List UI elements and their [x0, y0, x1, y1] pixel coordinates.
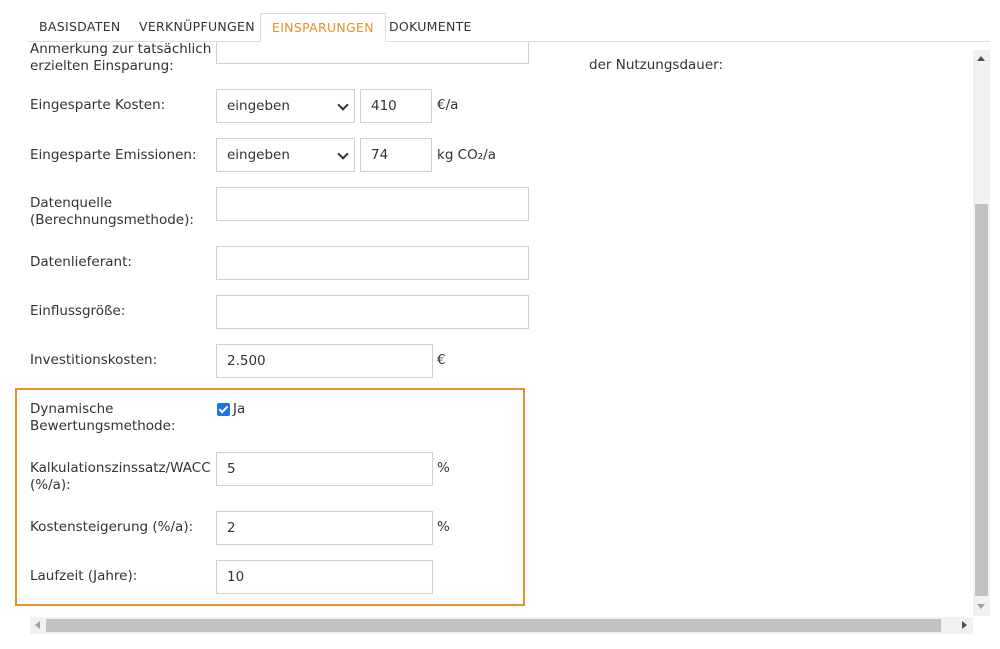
datenlieferant-input[interactable] — [216, 246, 529, 280]
chevron-down-icon — [337, 148, 349, 160]
partial-label-line2: erzielten Einsparung: — [30, 58, 174, 74]
dynamische-bewertung-label-line1: Dynamische — [30, 401, 114, 417]
kostensteigerung-label: Kostensteigerung (%/a): — [30, 519, 194, 535]
eingesparte-kosten-input[interactable] — [360, 89, 432, 123]
datenquelle-label-line1: Datenquelle — [30, 195, 113, 211]
kostensteigerung-input[interactable] — [216, 511, 433, 545]
nutzungsdauer-label: der Nutzungsdauer: — [589, 57, 724, 73]
eingesparte-kosten-mode-value: eingeben — [227, 98, 290, 114]
kalkulationszinssatz-label-line1: Kalkulationszinssatz/WACC — [30, 460, 211, 476]
eingesparte-emissionen-unit: kg CO₂/a — [437, 147, 496, 163]
datenquelle-input[interactable] — [216, 187, 529, 221]
eingesparte-emissionen-mode-value: eingeben — [227, 147, 290, 163]
partial-label-line1: Anmerkung zur tatsächlich — [30, 42, 212, 57]
scroll-right-arrow-icon[interactable] — [962, 621, 967, 629]
dynamische-bewertung-label-line2: Bewertungsmethode: — [30, 418, 176, 434]
tab-basisdaten[interactable]: BASISDATEN — [28, 13, 132, 41]
horizontal-scrollbar-thumb[interactable] — [46, 619, 941, 632]
chevron-down-icon — [337, 99, 349, 111]
investitionskosten-unit: € — [437, 352, 446, 368]
tab-bar: BASISDATEN VERKNÜPFUNGEN EINSPARUNGEN DO… — [28, 13, 990, 42]
investitionskosten-input[interactable] — [216, 344, 433, 378]
vertical-scrollbar-thumb[interactable] — [975, 204, 988, 596]
eingesparte-kosten-unit: €/a — [437, 97, 459, 113]
laufzeit-label: Laufzeit (Jahre): — [30, 568, 138, 584]
anmerkung-input[interactable] — [216, 42, 529, 64]
einflussgroesse-input[interactable] — [216, 295, 529, 329]
form-scroll-area: Anmerkung zur tatsächlich erzielten Eins… — [0, 42, 972, 616]
eingesparte-kosten-mode-select[interactable]: eingeben — [216, 89, 355, 123]
dynamische-bewertung-checkbox[interactable] — [217, 403, 230, 416]
einflussgroesse-label: Einflussgröße: — [30, 303, 126, 319]
eingesparte-emissionen-mode-select[interactable]: eingeben — [216, 138, 355, 172]
kalkulationszinssatz-unit: % — [437, 460, 450, 476]
eingesparte-emissionen-input[interactable] — [360, 138, 432, 172]
scroll-down-arrow-icon[interactable] — [977, 604, 985, 609]
datenlieferant-label: Datenlieferant: — [30, 254, 132, 270]
tab-einsparungen[interactable]: EINSPARUNGEN — [260, 13, 386, 42]
datenquelle-label-line2: (Berechnungsmethode): — [30, 212, 194, 228]
kostensteigerung-unit: % — [437, 519, 450, 535]
investitionskosten-label: Investitionskosten: — [30, 352, 158, 368]
dynamische-bewertung-checkbox-label: Ja — [233, 401, 246, 417]
tab-dokumente[interactable]: DOKUMENTE — [378, 13, 483, 41]
checkmark-icon — [218, 403, 229, 414]
scroll-up-arrow-icon[interactable] — [977, 56, 985, 61]
kalkulationszinssatz-input[interactable] — [216, 452, 433, 486]
laufzeit-input[interactable] — [216, 560, 433, 594]
eingesparte-emissionen-label: Eingesparte Emissionen: — [30, 147, 197, 163]
scroll-left-arrow-icon[interactable] — [35, 621, 40, 629]
kalkulationszinssatz-label-line2: (%/a): — [30, 477, 71, 493]
eingesparte-kosten-label: Eingesparte Kosten: — [30, 97, 166, 113]
tab-verknuepfungen[interactable]: VERKNÜPFUNGEN — [128, 13, 266, 41]
